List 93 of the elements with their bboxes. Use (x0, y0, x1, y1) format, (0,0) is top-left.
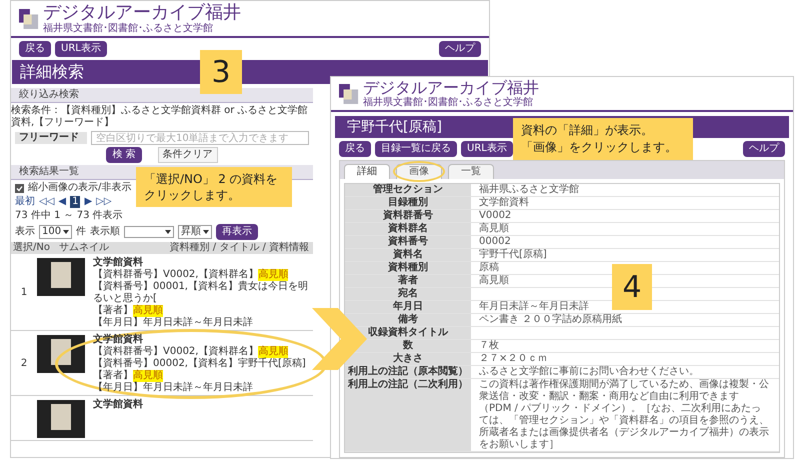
column-header: サムネイル (58, 242, 110, 254)
nav-button[interactable]: 戻る (339, 141, 371, 157)
tab[interactable]: 画像 (396, 164, 442, 179)
caret-icon (63, 230, 70, 234)
detail-label: 目録種別 (388, 197, 428, 209)
detail-value: この資料は著作権保護期間が満了しているため、画像は複製・公衆送信・改変・翻訳・翻案・商用など自由に利用できます（PDM / パブリック・ドメイン）。［なお、二次利用にあたっては、「管理セクション」や「資料群名」の項目を参照のうえ、所蔵者名または画像提供者名（デジタルアーカイブ福井）の表示をお願いします］ (479, 379, 769, 450)
nav-button[interactable]: 目録一覧に戻る (375, 141, 457, 157)
detail-value: V0002 (479, 210, 512, 221)
section-header: 絞り込み検索 (11, 88, 313, 103)
detail-value: 文学館資料 (479, 197, 529, 208)
column-header: 資料種別 / タイトル / 資料情報 (168, 242, 310, 254)
detail-value: 00002 (479, 236, 511, 247)
previous-block-link[interactable]: ◁◁ (39, 196, 54, 208)
column-header: 選択/No (12, 242, 51, 254)
detail-label: 利用上の注記（原本閲覧） (348, 366, 468, 378)
tab[interactable]: 一覧 (448, 164, 494, 179)
step-number: 4 (612, 264, 652, 310)
detail-label: 資料種別 (388, 262, 428, 274)
per-page-select[interactable]: 100 (39, 225, 72, 239)
detail-label: 資料名 (393, 249, 423, 261)
checkbox-label: 縮小画像の表示/非表示 (28, 182, 132, 194)
record-type: 文学館資料 (93, 399, 144, 411)
logo-icon (339, 84, 359, 104)
detail-value: ２７×２０ｃｍ (479, 353, 548, 364)
detail-label: 年月日 (393, 301, 423, 313)
photo-placeholder (37, 258, 85, 296)
detail-value: 宇野千代[原稿] (479, 249, 547, 260)
logo-icon (19, 8, 39, 28)
callout-note: 資料の「詳細」が表示。 「画像」をクリックします。 (513, 118, 693, 160)
previous-page-link[interactable]: ◀ (58, 196, 66, 208)
detail-label: 宛名 (398, 288, 418, 300)
sort-select[interactable] (124, 226, 174, 238)
detail-label: 資料群名 (388, 223, 428, 235)
sort-label: 表示順 (90, 226, 120, 238)
logo-subtitle: 福井県文書館･図書館･ふるさと文学館 (363, 97, 534, 108)
step-number: 3 (200, 50, 242, 94)
redisplay-button[interactable]: 再表示 (216, 224, 258, 240)
checkbox[interactable] (15, 184, 24, 192)
detail-label: 利用上の注記（二次利用） (348, 379, 468, 392)
help-button[interactable]: ヘルプ (439, 41, 481, 57)
callout-note: 「選択/NO」 2 の資料をクリックします。 (136, 167, 292, 207)
detail-value: 原稿 (479, 262, 499, 273)
field-label: フリーワード (15, 132, 87, 144)
per-page-label: 表示 (15, 226, 35, 238)
caret-icon (165, 230, 172, 234)
nav-button[interactable]: URL表示 (461, 141, 513, 157)
search-button[interactable]: 検 索 (106, 147, 142, 163)
detail-value: ペン書き ２００字詰め原稿用紙 (479, 314, 622, 325)
per-page-unit: 件 (76, 226, 86, 238)
record-info: 【資料群番号】V0002,【資料群名】 (93, 269, 258, 280)
detail-label: 備考 (398, 314, 418, 326)
order-select[interactable]: 昇順 (178, 225, 212, 239)
caret-icon (203, 230, 210, 234)
clear-button[interactable]: 条件クリア (158, 147, 218, 163)
photo-placeholder (37, 400, 85, 438)
detail-label: 大きさ (393, 353, 423, 365)
help-button[interactable]: ヘルプ (743, 141, 785, 157)
record-type: 文学館資料 (93, 257, 144, 268)
detail-value: ７枚 (479, 340, 499, 351)
row-number: 1 (20, 287, 28, 299)
row-number: 2 (20, 358, 28, 370)
page-link[interactable]: 1 (70, 196, 80, 208)
record-info: 【著者】 (93, 370, 133, 382)
result-count: 73 件中 1 ～ 73 件表示 (14, 210, 124, 222)
next-page-link[interactable]: ▶ (84, 196, 92, 208)
logo-subtitle: 福井県文書館･図書館･ふるさと文学館 (43, 23, 214, 34)
detail-label: 資料番号 (388, 236, 428, 248)
detail-label: 管理セクション (373, 184, 443, 196)
detail-value: 高見順 (479, 275, 509, 286)
highlighted-name: 高見順 (133, 370, 163, 382)
next-block-link[interactable]: ▷▷ (96, 196, 112, 208)
photo-placeholder (37, 335, 85, 373)
detail-label: 著者 (398, 275, 418, 287)
nav-button[interactable]: URL表示 (55, 41, 107, 57)
record-info: 【著者】 (93, 305, 133, 316)
logo-title: デジタルアーカイブ福井 (43, 3, 241, 23)
record-info: 【資料番号】00002,【資料名】宇野千代[原稿] (93, 358, 306, 370)
record-info: 【資料群番号】V0002,【資料群名】 (93, 346, 258, 358)
tab[interactable]: 詳細 (344, 164, 390, 179)
detail-value: ふるさと文学館に事前にお問い合わせください。 (479, 366, 699, 377)
free-word-field[interactable]: 空白区切りで最大10単語まで入力できます (91, 131, 309, 145)
nav-button[interactable]: 戻る (19, 41, 51, 57)
record-info: 【年月日】年月日未詳～年月日未詳 (93, 317, 253, 329)
highlighted-name: 高見順 (133, 305, 163, 317)
detail-label: 収録資料タイトル (368, 327, 448, 339)
detail-value: 年月日未詳～年月日未詳 (479, 301, 589, 312)
record-info: 【資料番号】00001,【資料名】貴女は今日を明るいと思うか[ (93, 281, 309, 304)
detail-label: 資料群番号 (383, 210, 433, 222)
first-page-link[interactable]: 最初 (15, 196, 35, 208)
search-conditions: 検索条件：【資料種別】ふるさと文学館資料群 or ふるさと文学館資料,【フリーワード】 (11, 105, 309, 129)
detail-value: 高見順 (479, 223, 509, 234)
detail-label: 数 (403, 340, 413, 352)
detail-value: 福井県ふるさと文学館 (479, 184, 579, 195)
